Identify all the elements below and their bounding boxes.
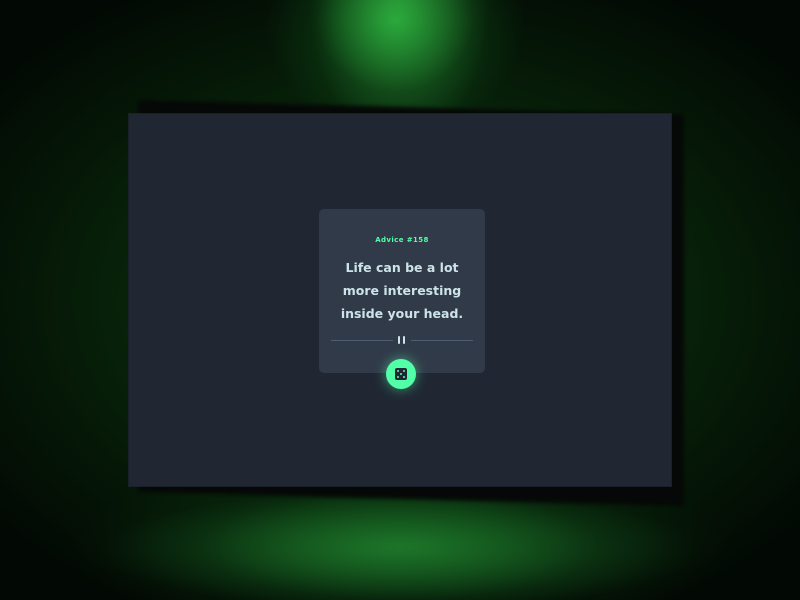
advice-quote: Life can be a lot more interesting insid…: [340, 260, 464, 321]
advice-id-label: Advice #158: [375, 236, 429, 244]
divider-line-right: [411, 340, 473, 341]
page-root: { "advice": { "id_label": "Advice #158",…: [0, 0, 800, 600]
pattern-divider: [331, 336, 473, 344]
pause-icon: [397, 336, 407, 344]
divider-line-left: [331, 340, 393, 341]
generate-advice-button[interactable]: [386, 359, 416, 389]
advice-card: Advice #158 Life can be a lot more inter…: [319, 209, 485, 373]
dice-icon: [395, 368, 407, 380]
